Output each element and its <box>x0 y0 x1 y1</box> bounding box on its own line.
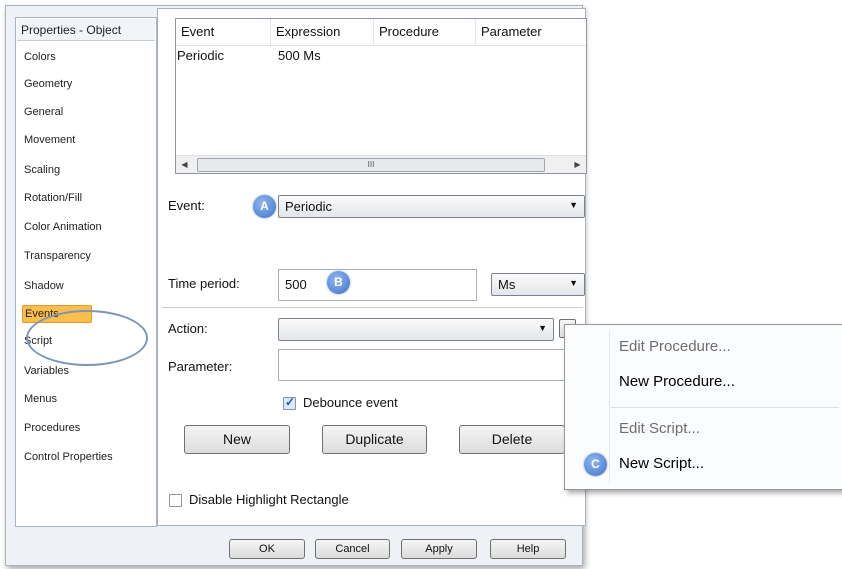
sidebar-item-color-animation[interactable]: Color Animation <box>24 221 102 233</box>
debounce-checkbox[interactable]: ✓ <box>283 395 296 410</box>
sidebar-item-menus[interactable]: Menus <box>24 393 57 405</box>
sidebar-item-procedures[interactable]: Procedures <box>24 422 80 434</box>
scroll-thumb[interactable]: III <box>197 158 545 172</box>
time-period-label: Time period: <box>168 276 240 291</box>
category-list: Properties - Object Colors Geometry Gene… <box>15 17 157 527</box>
menu-gutter <box>609 331 610 483</box>
scroll-left-icon[interactable]: ◀ <box>176 156 193 173</box>
callout-b-badge: B <box>327 271 350 294</box>
sidebar-item-variables[interactable]: Variables <box>24 365 69 377</box>
events-panel: Event Expression Procedure Parameter Per… <box>157 8 587 526</box>
sidebar-item-movement[interactable]: Movement <box>24 134 75 146</box>
table-header: Event Expression Procedure Parameter <box>176 19 586 46</box>
event-select[interactable]: Periodic ▼ <box>278 195 585 218</box>
action-select[interactable]: ▼ <box>278 318 554 341</box>
column-header-expression[interactable]: Expression <box>271 19 374 45</box>
callout-a-badge: A <box>253 195 276 218</box>
event-label: Event: <box>168 198 205 213</box>
chevron-down-icon: ▼ <box>569 200 578 210</box>
sidebar-item-rotation-fill[interactable]: Rotation/Fill <box>24 192 82 204</box>
sidebar-item-script[interactable]: Script <box>24 335 52 347</box>
sidebar-item-control-properties[interactable]: Control Properties <box>24 451 113 463</box>
events-table[interactable]: Event Expression Procedure Parameter Per… <box>175 18 587 174</box>
table-cell-event[interactable]: Periodic <box>177 48 224 63</box>
disable-highlight-label: Disable Highlight Rectangle <box>189 492 349 507</box>
time-period-field[interactable]: 500 <box>278 269 477 301</box>
horizontal-scrollbar[interactable]: ◀ III ▶ <box>176 155 586 173</box>
sidebar-title: Properties - Object <box>17 19 155 41</box>
chevron-down-icon: ▼ <box>538 323 547 333</box>
parameter-label: Parameter: <box>168 359 233 374</box>
delete-button[interactable]: Delete <box>459 425 565 454</box>
checkmark-icon: ✓ <box>285 395 296 409</box>
new-button[interactable]: New <box>184 425 290 454</box>
scroll-right-icon[interactable]: ▶ <box>569 156 586 173</box>
chevron-down-icon: ▼ <box>569 278 578 288</box>
disable-highlight-checkbox[interactable] <box>169 494 182 507</box>
menu-separator <box>611 407 839 408</box>
callout-c-badge: C <box>584 453 607 476</box>
time-period-value: 500 <box>285 277 307 292</box>
debounce-label: Debounce event <box>303 395 398 410</box>
time-unit-select[interactable]: Ms ▼ <box>491 273 585 296</box>
time-unit-value: Ms <box>498 277 516 292</box>
sidebar-item-geometry[interactable]: Geometry <box>24 78 72 90</box>
sidebar-item-transparency[interactable]: Transparency <box>24 250 91 262</box>
help-button[interactable]: Help <box>490 539 566 559</box>
action-label: Action: <box>168 321 208 336</box>
sidebar-item-colors[interactable]: Colors <box>24 51 56 63</box>
menu-item-new-script[interactable]: New Script... <box>619 455 704 472</box>
parameter-field[interactable] <box>278 349 585 381</box>
apply-button[interactable]: Apply <box>401 539 477 559</box>
separator <box>162 307 583 308</box>
cancel-button[interactable]: Cancel <box>315 539 390 559</box>
menu-item-new-procedure[interactable]: New Procedure... <box>619 373 735 390</box>
menu-item-edit-script[interactable]: Edit Script... <box>619 420 700 437</box>
column-header-procedure[interactable]: Procedure <box>374 19 476 45</box>
scroll-grip: III <box>367 160 375 169</box>
ok-button[interactable]: OK <box>229 539 305 559</box>
action-context-menu: Edit Procedure... New Procedure... Edit … <box>564 324 842 490</box>
sidebar-item-shadow[interactable]: Shadow <box>24 280 64 292</box>
menu-item-edit-procedure[interactable]: Edit Procedure... <box>619 338 731 355</box>
sidebar-item-events[interactable]: Events <box>22 305 92 323</box>
properties-dialog: Properties - Object Colors Geometry Gene… <box>5 5 587 566</box>
column-header-event[interactable]: Event <box>176 19 271 45</box>
column-header-parameter[interactable]: Parameter <box>476 19 586 45</box>
table-cell-expression[interactable]: 500 Ms <box>278 48 321 63</box>
sidebar-item-scaling[interactable]: Scaling <box>24 164 60 176</box>
event-select-value: Periodic <box>285 199 332 214</box>
sidebar-item-general[interactable]: General <box>24 106 63 118</box>
duplicate-button[interactable]: Duplicate <box>322 425 427 454</box>
